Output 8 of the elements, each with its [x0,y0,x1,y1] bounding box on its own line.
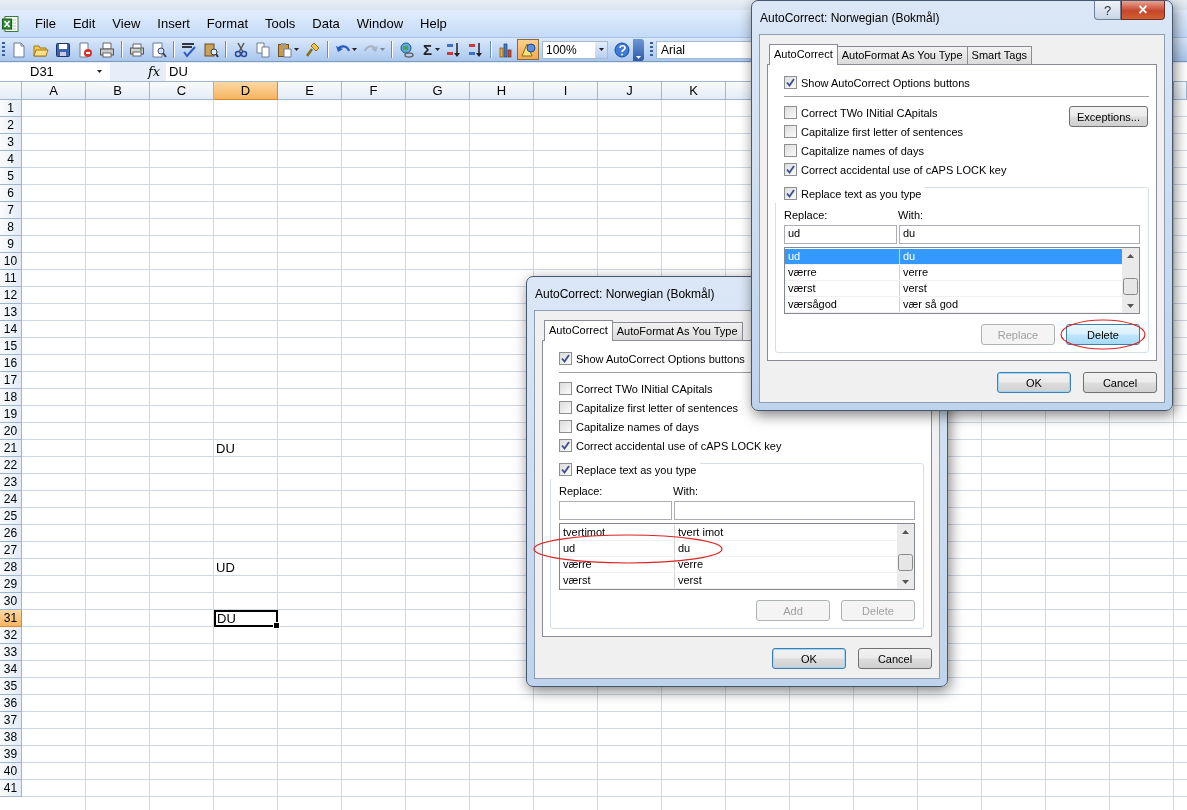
field-label: With: [673,485,700,499]
field-label: Replace: [784,209,829,223]
field-label: With: [898,209,925,223]
dialog-title: AutoCorrect: Norwegian (Bokmål) [534,286,715,301]
name-box-value: D31 [30,64,54,79]
field-label: Replace: [559,485,604,499]
dialog-title: AutoCorrect: Norwegian (Bokmål) [759,10,940,25]
zoom-value: 100% [546,42,577,57]
